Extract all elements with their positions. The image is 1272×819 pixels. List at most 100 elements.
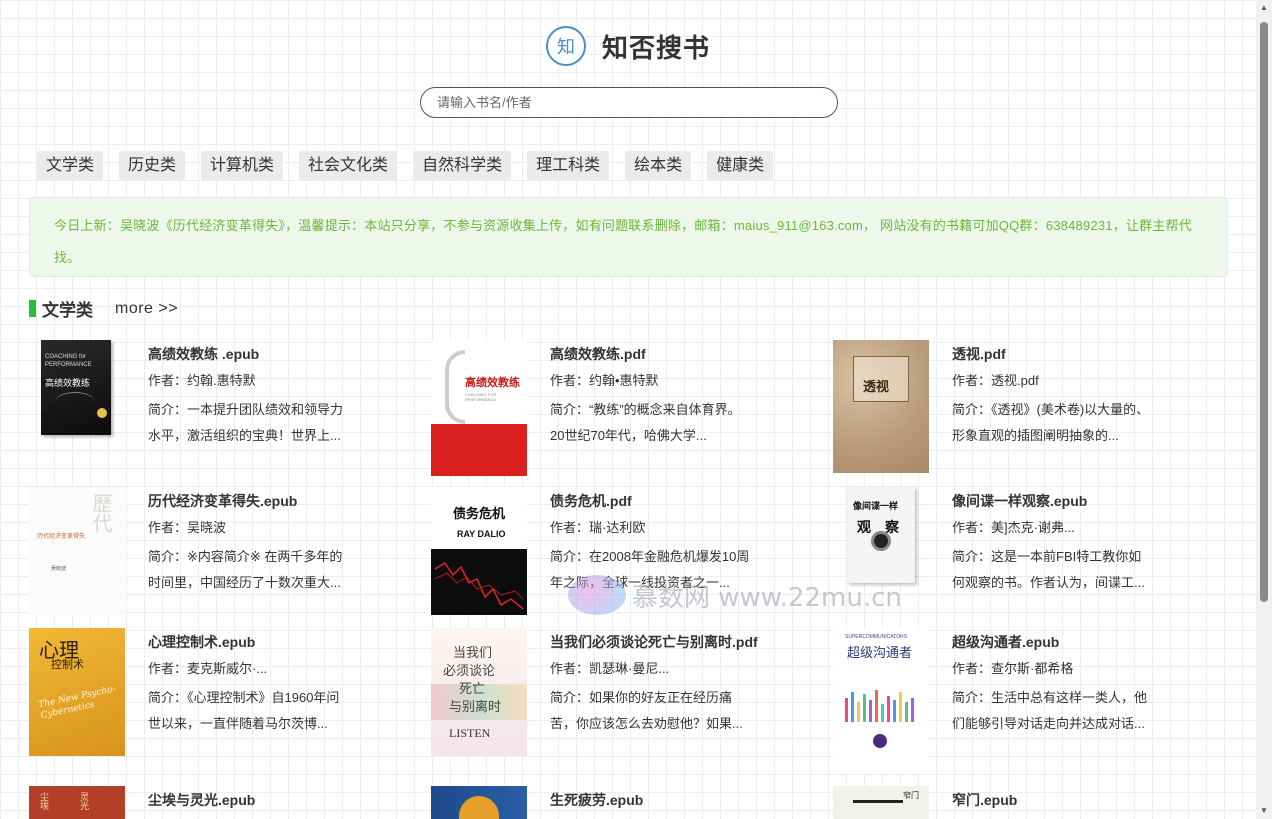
category-tab-engineering[interactable]: 理工科类 [527,151,610,181]
cover-chart-graphic [434,561,524,610]
book-info: 窄门.epub [952,789,1212,811]
book-title[interactable]: 高绩效教练 .epub [148,343,408,365]
book-cover[interactable]: 当我们 必须谈论 死亡 与别离时 LISTEN [431,628,527,756]
cover-text: 必须谈论 [443,664,496,679]
book-info: 透视.pdf 作者：透视.pdf 简介：《透视》(美术卷)以大量的、形象直观的插… [952,343,1212,449]
book-title[interactable]: 历代经济变革得失.epub [148,490,408,512]
book-card[interactable]: 透视 透视.pdf 作者：透视.pdf 简介：《透视》(美术卷)以大量的、形象直… [833,340,1213,480]
book-info: 生死疲劳.epub [550,789,810,811]
cover-text: SUPERCOMMUNICATORS [845,634,908,640]
category-tab-history[interactable]: 历史类 [119,151,186,181]
category-tab-literature[interactable]: 文学类 [37,151,104,181]
book-info: 高绩效教练 .epub 作者：约翰.惠特默 简介：一本提升团队绩效和领导力水平，… [148,343,408,449]
search-bar [420,87,838,118]
category-tab-natural-science[interactable]: 自然科学类 [413,151,512,181]
book-description: 简介：这是一本前FBI特工教你如何观察的书。作者认为，间谍工... [952,549,1145,590]
notice-text: 今日上新：吴晓波《历代经济变革得失》，温馨提示：本站只分享，不参与资源收集上传，… [54,218,1192,265]
book-author: 作者：美]杰克·谢弗... [952,520,1075,535]
notice-banner: 今日上新：吴晓波《历代经济变革得失》，温馨提示：本站只分享，不参与资源收集上传，… [29,197,1228,277]
book-cover[interactable]: 歷代 历代经济变革得失 吴晓波 [29,487,125,615]
cover-text: 吴晓波 [51,566,67,572]
site-title[interactable]: 知否搜书 [602,28,710,65]
cover-text: 当我们 [453,646,493,661]
cover-text: 像间谍一样 [853,502,899,512]
section-more-link[interactable]: more >> [115,300,178,318]
book-description: 简介：《透视》(美术卷)以大量的、形象直观的插图阐明抽象的... [952,402,1150,443]
book-cover[interactable]: 尘埃 灵光 [29,786,125,819]
book-title[interactable]: 高绩效教练.pdf [550,343,810,365]
cover-text: 透视 [863,380,890,395]
search-input[interactable] [420,87,838,118]
cover-text: 死亡 [459,682,486,697]
book-cover[interactable]: 窄门 [833,786,929,819]
book-title[interactable]: 生死疲劳.epub [550,789,810,811]
book-author: 作者：查尔斯·都希格 [952,661,1074,676]
book-card[interactable]: 高绩效教练 COACHING FOR PERFORMANCE 高绩效教练.pdf… [431,340,811,480]
book-title[interactable]: 债务危机.pdf [550,490,810,512]
book-info: 高绩效教练.pdf 作者：约翰•惠特默 简介：“教练”的概念来自体育界。20世纪… [550,343,810,449]
book-info: 当我们必须谈论死亡与别离时.pdf 作者：凯瑟琳·曼尼... 简介：如果你的好友… [550,631,810,737]
book-card[interactable]: SUPERCOMMUNICATORS 超级沟通者 超级沟通者.epub 作者：查… [833,628,1213,774]
book-cover[interactable]: 透视 [833,340,929,473]
book-cover[interactable]: 债务危机 RAY DALIO [431,487,527,615]
scroll-up-arrow-icon[interactable]: ▲ [1256,0,1272,16]
book-title[interactable]: 当我们必须谈论死亡与别离时.pdf [550,631,810,653]
book-card[interactable]: 生死疲劳.epub [431,786,811,819]
book-author: 作者：瑞·达利欧 [550,520,646,535]
cover-text: 债务危机 [453,507,506,522]
cover-text: 高绩效教练 [465,376,520,389]
book-title[interactable]: 像间谍一样观察.epub [952,490,1212,512]
page: 知 知否搜书 文学类 历史类 计算机类 社会文化类 自然科学类 理工科类 绘本类… [0,0,1256,819]
book-author: 作者：约翰.惠特默 [148,373,256,388]
book-cover[interactable]: COACHING for PERFORMANCE 高绩效教练 [41,340,111,435]
book-title[interactable]: 尘埃与灵光.epub [148,789,408,811]
book-author: 作者：透视.pdf [952,373,1039,388]
book-card[interactable]: 尘埃 灵光 尘埃与灵光.epub [29,786,409,819]
book-author: 作者：麦克斯威尔·... [148,661,268,676]
book-title[interactable]: 窄门.epub [952,789,1212,811]
book-cover[interactable] [431,786,527,819]
category-tab-computer[interactable]: 计算机类 [201,151,284,181]
book-card[interactable]: 心理 控制术 The New Psycho-Cybernetics 心理控制术.… [29,628,409,768]
cover-text: LISTEN [449,726,491,740]
category-tab-social-culture[interactable]: 社会文化类 [299,151,398,181]
book-info: 像间谍一样观察.epub 作者：美]杰克·谢弗... 简介：这是一本前FBI特工… [952,490,1212,596]
book-card[interactable]: 窄门 窄门.epub [833,786,1213,819]
cover-text: 窄门 [903,791,919,800]
section-accent-bar [29,300,36,317]
category-tabs: 文学类 历史类 计算机类 社会文化类 自然科学类 理工科类 绘本类 健康类 [37,151,789,181]
book-author: 作者：吴晓波 [148,520,227,535]
book-title[interactable]: 超级沟通者.epub [952,631,1212,653]
book-description: 简介：如果你的好友正在经历痛苦，你应该怎么去劝慰他？如果... [550,690,743,731]
cover-text: COACHING FOR PERFORMANCE [465,392,497,402]
book-info: 历代经济变革得失.epub 作者：吴晓波 简介：※内容简介※ 在两千多年的时间里… [148,490,408,596]
site-logo[interactable]: 知 [545,26,586,66]
book-card[interactable]: 歷代 历代经济变革得失 吴晓波 历代经济变革得失.epub 作者：吴晓波 简介：… [29,487,409,627]
section-title: 文学类 [42,301,93,320]
book-card[interactable]: 当我们 必须谈论 死亡 与别离时 LISTEN 当我们必须谈论死亡与别离时.pd… [431,628,811,768]
section-header: 文学类 more >> [29,296,178,321]
book-cover[interactable]: SUPERCOMMUNICATORS 超级沟通者 [833,628,929,774]
cover-text: The New Psycho-Cybernetics [37,684,117,722]
book-cover[interactable]: 心理 控制术 The New Psycho-Cybernetics [29,628,125,756]
book-info: 尘埃与灵光.epub [148,789,408,811]
book-cover[interactable]: 像间谍一样 观察 [847,487,915,583]
book-cover[interactable]: 高绩效教练 COACHING FOR PERFORMANCE [431,340,527,476]
category-tab-picture-books[interactable]: 绘本类 [625,151,692,181]
book-title[interactable]: 心理控制术.epub [148,631,408,653]
scroll-down-arrow-icon[interactable]: ▼ [1256,803,1272,819]
book-card[interactable]: COACHING for PERFORMANCE 高绩效教练 高绩效教练 .ep… [29,340,409,480]
scrollbar-thumb[interactable] [1260,22,1268,602]
category-tab-health[interactable]: 健康类 [707,151,774,181]
cover-text: RAY DALIO [457,529,506,539]
book-info: 心理控制术.epub 作者：麦克斯威尔·... 简介：《心理控制术》自1960年… [148,631,408,737]
book-description: 简介：生活中总有这样一类人，他们能够引导对话走向并达成对话... [952,690,1148,731]
book-description: 简介：※内容简介※ 在两千多年的时间里，中国经历了十数次重大... [148,549,343,590]
cover-bars-graphic [845,690,914,722]
book-description: 简介：一本提升团队绩效和领导力水平，激活组织的宝典！世界上... [148,402,344,443]
vertical-scrollbar[interactable]: ▲ ▼ [1256,0,1272,819]
watermark: 慕数网 www.22mu.cn [568,575,902,615]
book-title[interactable]: 透视.pdf [952,343,1212,365]
cover-text: COACHING for [45,354,87,360]
book-info: 超级沟通者.epub 作者：查尔斯·都希格 简介：生活中总有这样一类人，他们能够… [952,631,1212,737]
